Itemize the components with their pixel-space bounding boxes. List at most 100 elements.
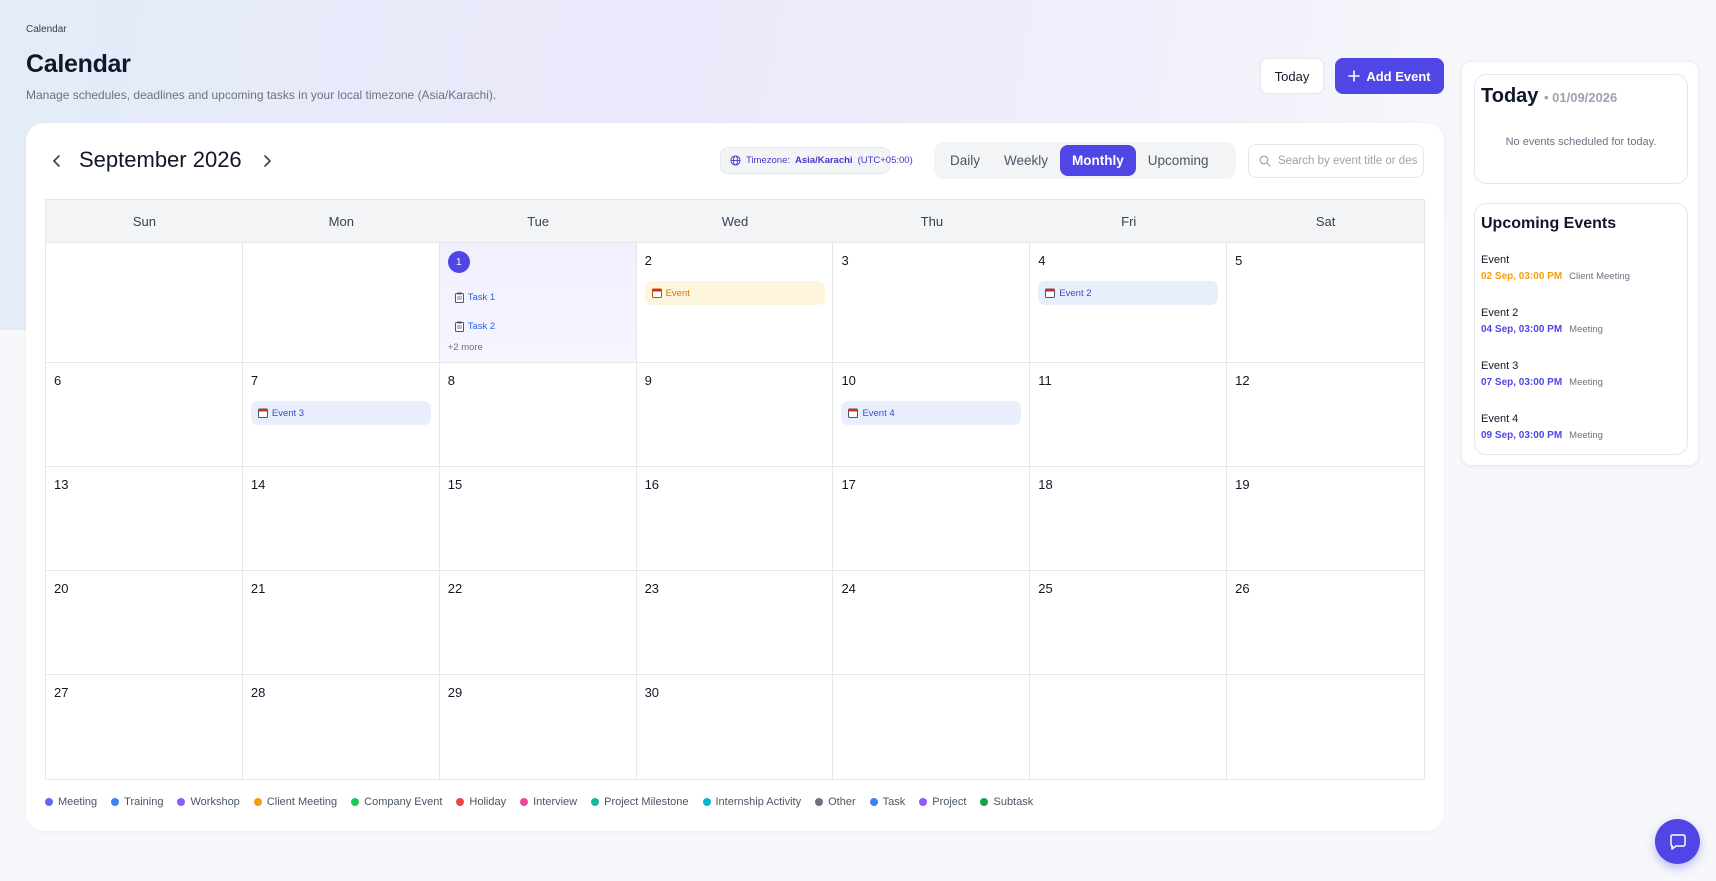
day-cell[interactable]: 22	[440, 571, 637, 674]
task-chip[interactable]: Task 1	[448, 285, 628, 309]
search-input[interactable]	[1278, 155, 1418, 167]
legend-dot	[702, 798, 711, 806]
today-panel-title: Today • 01/09/2026	[1481, 85, 1617, 108]
upcoming-event-name: Event 3	[1481, 360, 1519, 372]
day-cell[interactable]: 3	[833, 243, 1031, 362]
view-daily-button[interactable]: Daily	[938, 145, 992, 176]
day-cell-today[interactable]: 1 Task 1 Task 2 +2 more	[439, 243, 637, 362]
upcoming-event-category: Client Meeting	[1569, 271, 1630, 282]
prev-month-button[interactable]	[46, 151, 66, 171]
weekday-header: Sun Mon Tue Wed Thu Fri Sat	[46, 200, 1424, 243]
upcoming-event-name: Event	[1481, 254, 1510, 266]
week-row: 27 28 29 30	[46, 675, 1424, 779]
legend-item: Client Meeting	[253, 796, 338, 808]
view-monthly-button[interactable]: Monthly	[1060, 145, 1136, 176]
day-cell[interactable]: 18	[1030, 467, 1228, 570]
day-cell[interactable]: 8	[440, 363, 637, 466]
month-title: September 2026	[79, 147, 242, 172]
day-number: 11	[1038, 373, 1052, 388]
day-cell[interactable]: 30	[637, 675, 834, 779]
legend-item: Internship Activity	[702, 796, 801, 808]
day-cell[interactable]: 7 Event 3	[243, 363, 440, 466]
day-cell[interactable]: 20	[46, 571, 243, 674]
day-cell[interactable]: 11	[1030, 363, 1228, 466]
legend-dot	[45, 798, 53, 806]
event-chip[interactable]: Event 4	[841, 401, 1022, 425]
chevron-right-icon	[263, 155, 272, 167]
add-event-button[interactable]: Add Event	[1335, 58, 1444, 94]
day-cell[interactable]: 9	[637, 363, 834, 466]
day-cell[interactable]: 2 Event	[637, 243, 834, 362]
legend-item: Task	[869, 796, 905, 808]
legend-item: Project	[919, 796, 966, 808]
weekday-label: Sun	[132, 213, 156, 229]
day-cell[interactable]: 29	[440, 675, 637, 779]
legend-item: Workshop	[177, 796, 240, 808]
event-title: Event 4	[862, 407, 895, 419]
more-events-link[interactable]: +2 more	[448, 342, 483, 353]
day-number: 24	[841, 581, 856, 596]
upcoming-event-meta: 09 Sep, 03:00 PM Meeting	[1481, 430, 1681, 441]
calendar-icon	[651, 288, 662, 298]
calendar-icon	[1045, 288, 1056, 298]
day-number: 30	[644, 685, 660, 700]
day-cell[interactable]: 23	[637, 571, 834, 674]
legend-dot	[520, 798, 529, 806]
day-cell[interactable]: 19	[1227, 467, 1424, 570]
day-cell[interactable]: 27	[46, 675, 243, 779]
day-cell[interactable]: 24	[833, 571, 1031, 674]
upcoming-event-meta: 02 Sep, 03:00 PM Client Meeting	[1481, 271, 1681, 282]
legend-dot	[177, 798, 186, 806]
category-legend: Meeting Training Workshop Client Meeting…	[45, 796, 1033, 808]
plus-icon	[1348, 70, 1361, 82]
day-cell[interactable]: 28	[243, 675, 440, 779]
legend-dot	[591, 798, 600, 806]
day-cell[interactable]: 12	[1227, 363, 1424, 466]
today-button-label: Today	[1274, 68, 1310, 84]
timezone-prefix: Timezone:	[746, 155, 790, 166]
upcoming-event-item[interactable]: Event 4 09 Sep, 03:00 PM Meeting	[1481, 413, 1681, 441]
view-weekly-button[interactable]: Weekly	[992, 145, 1060, 176]
day-cell[interactable]: 6	[46, 363, 243, 466]
breadcrumb[interactable]: Calendar	[26, 24, 67, 35]
right-sidebar: Today • 01/09/2026 No events scheduled f…	[1461, 61, 1699, 466]
event-chip[interactable]: Event 2	[1038, 281, 1219, 305]
upcoming-event-item[interactable]: Event 3 07 Sep, 03:00 PM Meeting	[1481, 360, 1681, 388]
calendar-card: September 2026 Timezone: Asia/Karachi (U…	[26, 123, 1444, 831]
day-cell[interactable]: 16	[637, 467, 834, 570]
next-month-button[interactable]	[257, 151, 277, 171]
task-title: Task 1	[467, 291, 496, 303]
upcoming-event-item[interactable]: Event 2 04 Sep, 03:00 PM Meeting	[1481, 307, 1681, 335]
upcoming-event-item[interactable]: Event 02 Sep, 03:00 PM Client Meeting	[1481, 254, 1681, 282]
day-cell[interactable]: 21	[243, 571, 440, 674]
day-number: 18	[1038, 477, 1053, 492]
legend-label: Workshop	[190, 796, 240, 808]
task-chip[interactable]: Task 2	[448, 314, 628, 338]
day-cell[interactable]: 13	[46, 467, 243, 570]
day-number: 20	[54, 581, 69, 596]
week-row: 1 Task 1 Task 2 +2 more 2 Event 3 4 Even…	[46, 243, 1424, 363]
day-cell[interactable]: 25	[1030, 571, 1228, 674]
event-chip[interactable]: Event	[644, 281, 825, 305]
chat-icon	[1668, 832, 1688, 852]
day-cell[interactable]: 10 Event 4	[833, 363, 1031, 466]
legend-dot	[111, 798, 120, 806]
today-button[interactable]: Today	[1260, 58, 1324, 94]
event-chip[interactable]: Event 3	[250, 401, 431, 425]
legend-label: Company Event	[364, 796, 443, 808]
legend-item: Training	[111, 796, 163, 808]
day-cell[interactable]: 5	[1227, 243, 1424, 362]
day-cell[interactable]: 26	[1227, 571, 1424, 674]
event-title: Event 3	[271, 407, 305, 419]
legend-dot	[456, 798, 465, 806]
day-cell[interactable]: 15	[440, 467, 637, 570]
view-upcoming-button[interactable]: Upcoming	[1136, 145, 1221, 176]
legend-dot	[815, 798, 824, 806]
legend-label: Client Meeting	[266, 796, 338, 808]
day-cell[interactable]: 4 Event 2	[1030, 243, 1228, 362]
chat-button[interactable]	[1655, 819, 1700, 864]
day-cell[interactable]: 14	[243, 467, 440, 570]
legend-label: Interview	[533, 796, 578, 808]
event-title: Event	[665, 287, 690, 299]
day-cell[interactable]: 17	[833, 467, 1031, 570]
